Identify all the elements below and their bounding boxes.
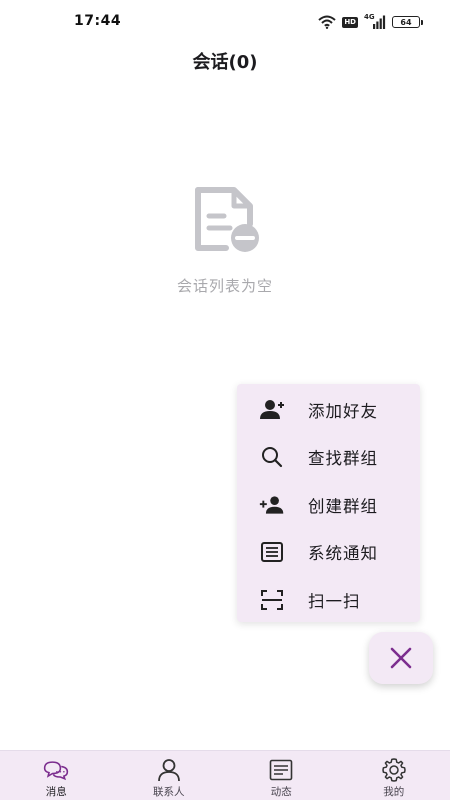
nav-item-contacts[interactable]: 联系人 xyxy=(113,751,226,800)
close-menu-button[interactable] xyxy=(369,632,433,684)
menu-item-label: 系统通知 xyxy=(308,544,378,564)
document-remove-icon xyxy=(195,187,259,252)
nav-item-mine[interactable]: 我的 xyxy=(338,751,450,800)
menu-item-system-notice[interactable]: 系统通知 xyxy=(237,529,420,577)
gear-icon xyxy=(380,757,408,783)
menu-item-search-group[interactable]: 查找群组 xyxy=(237,434,420,482)
signal-icon: 4G xyxy=(364,13,386,29)
nav-label: 消息 xyxy=(45,786,67,798)
scan-icon xyxy=(259,587,285,613)
bottom-nav: 消息 联系人 动态 我的 xyxy=(0,750,450,800)
menu-item-add-friend[interactable]: 添加好友 xyxy=(237,386,420,434)
menu-item-label: 添加好友 xyxy=(308,401,378,421)
empty-state-text: 会话列表为空 xyxy=(176,277,273,295)
feed-icon xyxy=(267,757,295,783)
status-icons: HD 4G 64 xyxy=(318,13,423,31)
add-person-icon xyxy=(259,492,285,518)
person-icon xyxy=(155,757,183,783)
search-icon xyxy=(259,444,285,470)
battery-level: 64 xyxy=(400,17,412,27)
status-bar: 17:44 HD 4G 64 xyxy=(0,0,450,44)
nav-label: 联系人 xyxy=(153,786,185,798)
nav-item-messages[interactable]: 消息 xyxy=(0,751,113,800)
notice-icon xyxy=(259,539,285,565)
battery-icon: 64 xyxy=(392,16,423,28)
menu-item-create-group[interactable]: 创建群组 xyxy=(237,481,420,529)
wifi-icon xyxy=(318,15,336,29)
nav-label: 动态 xyxy=(270,786,292,798)
menu-item-label: 查找群组 xyxy=(308,449,378,469)
popup-menu: 添加好友 查找群组 创建群组 系统通知 扫一扫 xyxy=(237,384,420,622)
hd-icon: HD xyxy=(342,16,358,28)
menu-item-label: 创建群组 xyxy=(308,496,378,516)
page-title: 会话(0) xyxy=(192,52,258,73)
menu-item-scan[interactable]: 扫一扫 xyxy=(237,576,420,624)
close-icon xyxy=(390,647,412,669)
status-time: 17:44 xyxy=(74,13,122,29)
menu-item-label: 扫一扫 xyxy=(308,591,361,611)
nav-label: 我的 xyxy=(383,786,405,798)
chat-bubbles-icon xyxy=(42,757,70,783)
add-person-icon xyxy=(259,397,285,423)
nav-item-feed[interactable]: 动态 xyxy=(225,751,338,800)
